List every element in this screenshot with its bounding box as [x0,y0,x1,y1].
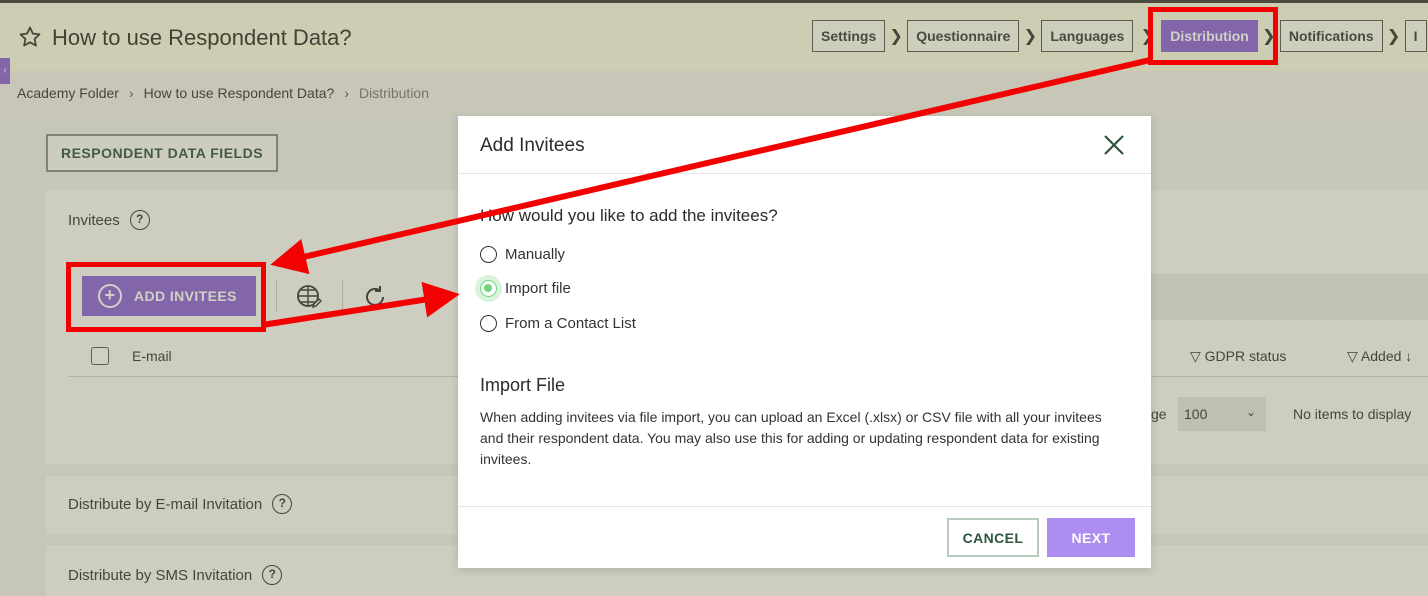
breadcrumb-survey[interactable]: How to use Respondent Data? [144,85,335,101]
radio-contact-list[interactable] [480,315,497,332]
chevron-right-icon: › [344,85,349,101]
option-import-file[interactable]: Import file [480,280,571,297]
option-manually-label: Manually [505,246,566,263]
column-added-label: Added [1360,348,1402,364]
sms-distribution-title: Distribute by SMS Invitation [68,566,253,584]
import-file-heading: Import File [480,375,566,395]
import-file-description: When adding invitees via file import, yo… [480,409,1102,467]
dialog-title: Add Invitees [480,135,585,156]
chevron-right-icon: › [128,85,134,101]
option-manually[interactable]: Manually [480,246,565,263]
help-icon[interactable]: ? [272,494,293,514]
option-contact-list[interactable]: From a Contact List [480,315,636,332]
filter-icon[interactable]: ▽ [1190,348,1201,364]
option-import-file-label: Import file [505,280,571,297]
invitees-title: Invitees [68,211,120,229]
step-distribution[interactable]: Distribution [1161,20,1258,52]
step-next-truncated[interactable]: I [1404,20,1427,52]
column-added[interactable]: ▽ Added ↓ [1347,348,1412,365]
step-languages[interactable]: Languages [1041,20,1134,52]
chevron-right-icon: ❯ [1262,28,1276,45]
invitees-heading: Invitees ? [68,210,150,230]
add-invitees-dialog: Add Invitees How would you like to add t… [458,116,1151,568]
respondent-data-fields-button[interactable]: RESPONDENT DATA FIELDS [46,134,278,172]
radio-import-file[interactable] [480,280,497,297]
page-size-select[interactable]: 100 ⌄ [1178,397,1266,431]
add-invitees-label: ADD INVITEES [134,288,237,304]
filter-icon[interactable]: ▽ [1347,348,1358,364]
wizard-steps: Settings ❯ Questionnaire ❯ Languages ❯ D… [812,20,1427,52]
chevron-right-icon: ❯ [889,28,903,45]
breadcrumb-current: Distribution [358,85,429,101]
column-email[interactable]: E-mail [132,348,172,364]
app-header: How to use Respondent Data? Settings ❯ Q… [0,3,1428,71]
chevron-right-icon: ❯ [1140,28,1154,45]
table-edit-icon[interactable] [296,284,322,310]
help-icon[interactable]: ? [129,210,150,230]
toolbar-strip [1151,274,1428,320]
plus-circle-icon: + [98,284,122,308]
toolbar-divider [276,280,277,312]
toolbar-divider [342,280,343,312]
close-icon[interactable] [1102,133,1126,157]
chevron-right-icon: ❯ [1023,28,1038,45]
email-distribution-title: Distribute by E-mail Invitation [68,495,263,513]
dialog-footer-divider [458,506,1151,507]
chevron-down-icon: ⌄ [1245,405,1256,419]
sms-distribution-heading: Distribute by SMS Invitation ? [68,565,283,585]
page-title: How to use Respondent Data? [52,25,352,50]
next-button[interactable]: NEXT [1047,518,1135,557]
dialog-question: How would you like to add the invitees? [480,206,778,225]
no-items-message: No items to display [1293,406,1412,422]
radio-manually[interactable] [480,246,497,263]
column-gdpr-label: GDPR status [1204,348,1287,364]
chevron-right-icon: ❯ [1386,28,1401,45]
step-notifications[interactable]: Notifications [1279,20,1383,52]
step-settings[interactable]: Settings [812,20,886,52]
per-page-label: ge [1151,406,1167,422]
option-contact-list-label: From a Contact List [505,315,636,332]
page-size-value: 100 [1184,406,1208,422]
refresh-icon[interactable] [362,284,388,310]
breadcrumb: Academy Folder › How to use Respondent D… [17,85,429,101]
cancel-button[interactable]: CANCEL [947,518,1039,557]
column-gdpr-status[interactable]: ▽ GDPR status [1190,348,1286,365]
select-all-checkbox[interactable] [91,347,109,365]
step-questionnaire[interactable]: Questionnaire [907,20,1020,52]
star-icon[interactable] [18,25,42,49]
add-invitees-button[interactable]: + ADD INVITEES [82,276,256,316]
dialog-header: Add Invitees [458,116,1151,174]
email-distribution-heading: Distribute by E-mail Invitation ? [68,494,293,514]
sort-down-icon[interactable]: ↓ [1405,348,1412,364]
breadcrumb-folder[interactable]: Academy Folder [17,85,119,101]
sidebar-toggle[interactable]: ‹ [0,58,10,84]
help-icon[interactable]: ? [262,565,283,585]
